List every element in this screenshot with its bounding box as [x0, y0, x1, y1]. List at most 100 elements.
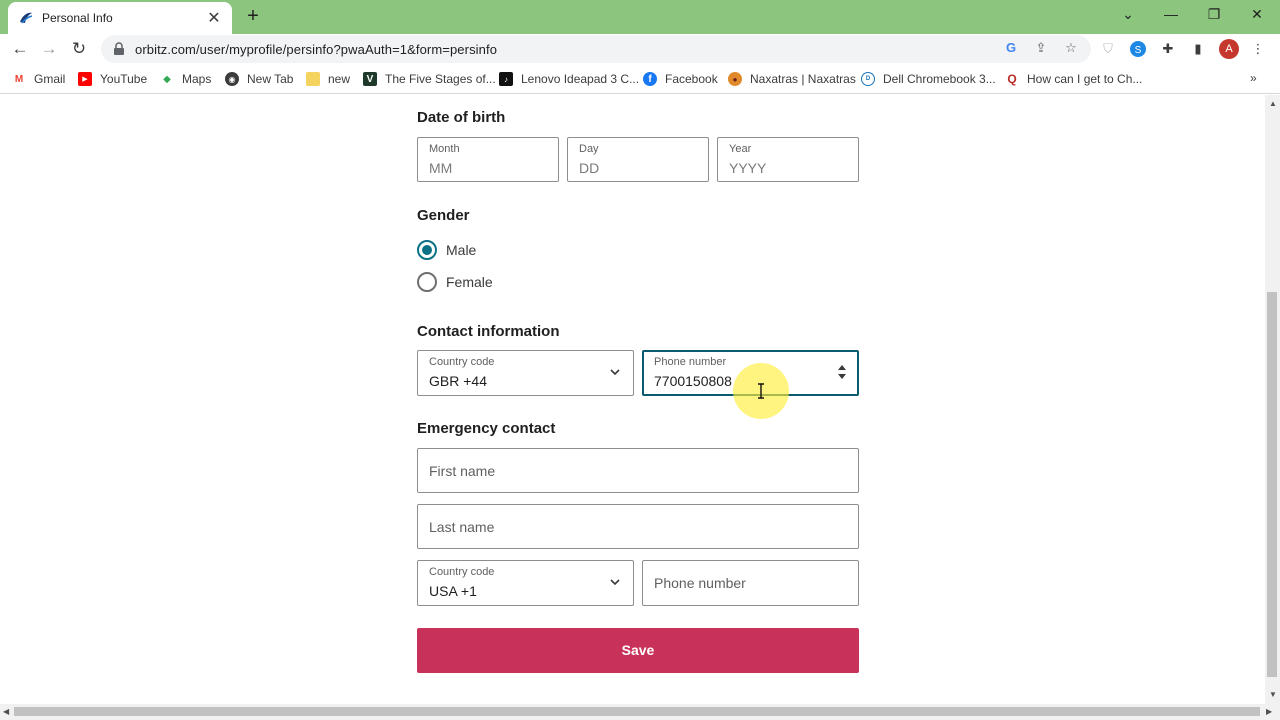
- profile-avatar[interactable]: A: [1219, 39, 1239, 59]
- url-text: orbitz.com/user/myprofile/persinfo?pwaAu…: [135, 41, 498, 57]
- female-radio[interactable]: [417, 272, 437, 292]
- skype-extension-icon[interactable]: S: [1129, 40, 1147, 58]
- bookmark-maps[interactable]: ◆ Maps: [160, 71, 211, 87]
- contact-country-code-select[interactable]: Country code GBR +44: [417, 350, 634, 396]
- bookmark-label: YouTube: [100, 72, 148, 86]
- bookmark-lenovo[interactable]: ♪ Lenovo Ideapad 3 C...: [499, 71, 639, 87]
- bookmark-quora[interactable]: Q How can I get to Ch...: [1005, 71, 1142, 87]
- shield-extension-icon[interactable]: ⛉: [1099, 40, 1117, 58]
- restore-icon[interactable]: ❐: [1200, 4, 1228, 24]
- vertical-scrollbar[interactable]: ▲ ▼: [1265, 95, 1280, 704]
- contact-phone-value: 7700150808: [654, 373, 732, 389]
- bookmark-label: new: [328, 72, 351, 86]
- contact-phone-label: Phone number: [654, 356, 727, 368]
- bookmarks-bar: M Gmail ▶ YouTube ◆ Maps ◉ New Tab new V…: [0, 64, 1280, 94]
- bookmark-label: Facebook: [665, 72, 718, 86]
- window-close-icon[interactable]: ✕: [1243, 4, 1271, 24]
- contact-heading: Contact information: [417, 323, 560, 340]
- facebook-icon: f: [643, 72, 657, 86]
- number-stepper-icon[interactable]: [837, 363, 847, 381]
- scroll-down-icon[interactable]: ▼: [1269, 690, 1277, 699]
- emergency-first-name-placeholder: First name: [429, 463, 496, 479]
- emergency-last-name-placeholder: Last name: [429, 519, 495, 535]
- back-icon[interactable]: ←: [8, 37, 32, 61]
- save-button[interactable]: Save: [417, 628, 859, 673]
- tab-close-icon[interactable]: ✕: [206, 8, 222, 28]
- bookmark-gmail[interactable]: M Gmail: [12, 71, 66, 87]
- male-label: Male: [446, 242, 477, 258]
- chevron-down-icon: [610, 579, 620, 586]
- bookmark-new-tab[interactable]: ◉ New Tab: [225, 71, 293, 87]
- folder-icon: [306, 72, 320, 86]
- bookmark-label: Maps: [182, 72, 212, 86]
- gmail-icon: M: [14, 73, 24, 85]
- male-radio[interactable]: [417, 240, 437, 260]
- globe-icon: ◉: [225, 72, 239, 86]
- emergency-last-name-input[interactable]: Last name: [417, 504, 859, 549]
- emergency-first-name-input[interactable]: First name: [417, 448, 859, 493]
- dob-day-placeholder: DD: [579, 160, 600, 176]
- google-lens-icon[interactable]: G: [1003, 40, 1019, 56]
- dob-day-input[interactable]: Day DD: [567, 137, 709, 182]
- tab-strip: Personal Info ✕ + ⌄ — ❐ ✕: [0, 0, 1280, 34]
- contact-country-code-label: Country code: [429, 356, 495, 368]
- browser-toolbar: ← → ↻ orbitz.com/user/myprofile/persinfo…: [0, 34, 1280, 64]
- bookmark-label: New Tab: [247, 72, 294, 86]
- dob-month-label: Month: [429, 143, 460, 155]
- bookmark-label: Naxatras | Naxatras: [750, 72, 856, 86]
- dob-month-input[interactable]: Month MM: [417, 137, 559, 182]
- forward-icon[interactable]: →: [37, 37, 61, 61]
- dob-year-input[interactable]: Year YYYY: [717, 137, 859, 182]
- tab-title: Personal Info: [42, 11, 113, 25]
- svg-text:S: S: [1135, 45, 1142, 56]
- dob-heading: Date of birth: [417, 109, 506, 126]
- minimize-icon[interactable]: —: [1157, 4, 1185, 24]
- horizontal-scroll-thumb[interactable]: [14, 707, 1260, 716]
- tab-search-icon[interactable]: ⌄: [1114, 4, 1142, 24]
- bookmark-youtube[interactable]: ▶ YouTube: [78, 71, 147, 87]
- contact-country-code-value: GBR +44: [429, 373, 487, 389]
- scroll-up-icon[interactable]: ▲: [1269, 99, 1277, 108]
- menu-kebab-icon[interactable]: ⋮: [1249, 40, 1267, 58]
- vertical-scroll-thumb[interactable]: [1267, 292, 1277, 677]
- bookmark-naxatras[interactable]: ● Naxatras | Naxatras: [728, 71, 856, 87]
- new-tab-icon[interactable]: +: [242, 5, 264, 27]
- bookmark-dell[interactable]: D Dell Chromebook 3...: [861, 71, 996, 87]
- female-label: Female: [446, 274, 493, 290]
- bookmarks-overflow-icon[interactable]: »: [1250, 71, 1257, 85]
- gender-option-female[interactable]: Female: [417, 271, 493, 293]
- bookmark-star-icon[interactable]: ☆: [1063, 40, 1079, 56]
- side-panel-icon[interactable]: ▮: [1189, 40, 1207, 58]
- reload-icon[interactable]: ↻: [67, 37, 91, 61]
- quora-icon: Q: [1007, 72, 1017, 86]
- share-icon[interactable]: ⇪: [1033, 40, 1049, 56]
- orbitz-favicon-icon: [18, 10, 34, 26]
- chevron-down-icon: [610, 369, 620, 376]
- v-site-icon: V: [363, 72, 377, 86]
- bookmark-label: Gmail: [34, 72, 66, 86]
- emergency-heading: Emergency contact: [417, 420, 556, 437]
- youtube-icon: ▶: [78, 72, 92, 86]
- emergency-country-code-value: USA +1: [429, 583, 477, 599]
- bookmark-facebook[interactable]: f Facebook: [643, 71, 718, 87]
- scroll-left-icon[interactable]: ◀: [3, 707, 9, 716]
- dell-icon: D: [861, 72, 875, 86]
- gender-option-male[interactable]: Male: [417, 239, 476, 261]
- page-viewport: Date of birth Month MM Day DD Year YYYY …: [0, 95, 1265, 704]
- active-tab[interactable]: Personal Info ✕: [8, 2, 232, 34]
- horizontal-scrollbar[interactable]: ◀ ▶: [0, 704, 1280, 720]
- address-bar[interactable]: orbitz.com/user/myprofile/persinfo?pwaAu…: [101, 35, 1091, 63]
- scroll-right-icon[interactable]: ▶: [1266, 707, 1272, 716]
- maps-pin-icon: ◆: [163, 73, 171, 85]
- emergency-phone-input[interactable]: Phone number: [642, 560, 859, 606]
- bookmark-new-folder[interactable]: new: [306, 71, 350, 87]
- emergency-country-code-select[interactable]: Country code USA +1: [417, 560, 634, 606]
- text-cursor-icon: [758, 383, 764, 399]
- extensions-puzzle-icon[interactable]: ✚: [1159, 40, 1177, 58]
- bookmark-five-stages[interactable]: V The Five Stages of...: [363, 71, 496, 87]
- gender-heading: Gender: [417, 207, 470, 224]
- bookmark-label: The Five Stages of...: [385, 72, 496, 86]
- naxatras-icon: ●: [728, 72, 742, 86]
- dob-day-label: Day: [579, 143, 599, 155]
- tiktok-icon: ♪: [499, 72, 513, 86]
